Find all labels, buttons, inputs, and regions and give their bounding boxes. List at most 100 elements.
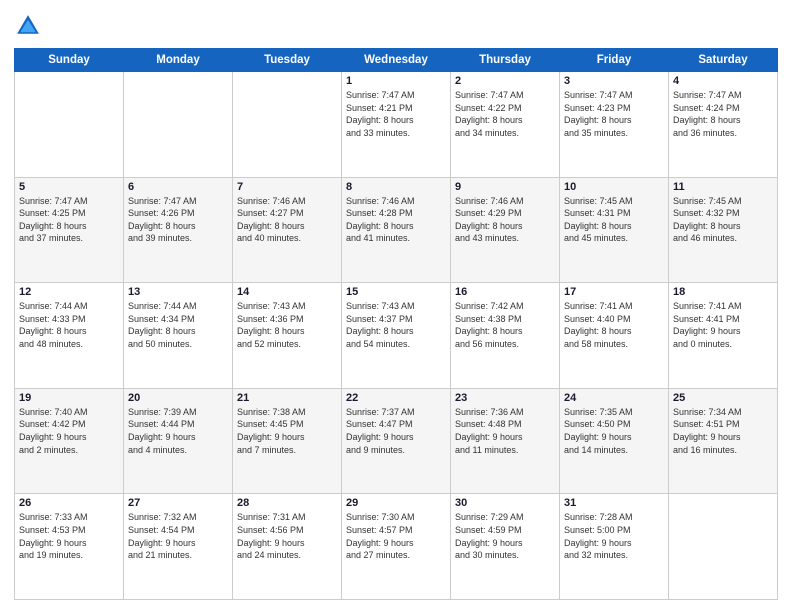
day-header-friday: Friday: [560, 49, 669, 72]
calendar-cell: 13 Sunrise: 7:44 AM Sunset: 4:34 PM Dayli…: [124, 283, 233, 389]
day-number: 7: [237, 181, 337, 193]
day-info: Sunrise: 7:46 AM Sunset: 4:28 PM Dayligh…: [346, 195, 446, 245]
day-number: 29: [346, 497, 446, 509]
week-row-5: 26 Sunrise: 7:33 AM Sunset: 4:53 PM Dayli…: [15, 494, 778, 600]
calendar-cell: 17 Sunrise: 7:41 AM Sunset: 4:40 PM Dayli…: [560, 283, 669, 389]
calendar-cell: 12Sunrise: 7:44 AM Sunset: 4:33 PM Dayli…: [15, 283, 124, 389]
day-number: 4: [673, 75, 773, 87]
day-number: 15: [346, 286, 446, 298]
calendar-cell: 10Sunrise: 7:45 AM Sunset: 4:31 PM Dayli…: [560, 177, 669, 283]
day-info: Sunrise: 7:44 AM Sunset: 4:34 PM Dayligh…: [128, 300, 228, 350]
day-info: Sunrise: 7:39 AM Sunset: 4:44 PM Dayligh…: [128, 406, 228, 456]
day-info: Sunrise: 7:47 AM Sunset: 4:22 PM Dayligh…: [455, 89, 555, 139]
calendar-cell: 24Sunrise: 7:35 AM Sunset: 4:50 PM Dayli…: [560, 388, 669, 494]
day-number: 9: [455, 181, 555, 193]
calendar-cell: 26 Sunrise: 7:33 AM Sunset: 4:53 PM Dayli…: [15, 494, 124, 600]
day-info: Sunrise: 7:47 AM Sunset: 4:26 PM Dayligh…: [128, 195, 228, 245]
week-row-3: 12Sunrise: 7:44 AM Sunset: 4:33 PM Dayli…: [15, 283, 778, 389]
calendar-cell: 18 Sunrise: 7:41 AM Sunset: 4:41 PM Dayli…: [669, 283, 778, 389]
day-number: 22: [346, 392, 446, 404]
day-info: Sunrise: 7:47 AM Sunset: 4:21 PM Dayligh…: [346, 89, 446, 139]
day-number: 25: [673, 392, 773, 404]
calendar-cell: 1 Sunrise: 7:47 AM Sunset: 4:21 PM Daylig…: [342, 72, 451, 178]
day-number: 1: [346, 75, 446, 87]
calendar-cell: 2Sunrise: 7:47 AM Sunset: 4:22 PM Daylig…: [451, 72, 560, 178]
day-info: Sunrise: 7:32 AM Sunset: 4:54 PM Dayligh…: [128, 511, 228, 561]
calendar-cell: 14Sunrise: 7:43 AM Sunset: 4:36 PM Dayli…: [233, 283, 342, 389]
calendar-cell: [233, 72, 342, 178]
day-info: Sunrise: 7:42 AM Sunset: 4:38 PM Dayligh…: [455, 300, 555, 350]
day-number: 14: [237, 286, 337, 298]
calendar-cell: 27 Sunrise: 7:32 AM Sunset: 4:54 PM Dayli…: [124, 494, 233, 600]
calendar-cell: 11 Sunrise: 7:45 AM Sunset: 4:32 PM Dayli…: [669, 177, 778, 283]
day-info: Sunrise: 7:34 AM Sunset: 4:51 PM Dayligh…: [673, 406, 773, 456]
calendar-cell: 29 Sunrise: 7:30 AM Sunset: 4:57 PM Dayli…: [342, 494, 451, 600]
day-header-wednesday: Wednesday: [342, 49, 451, 72]
day-info: Sunrise: 7:47 AM Sunset: 4:25 PM Dayligh…: [19, 195, 119, 245]
day-number: 13: [128, 286, 228, 298]
day-number: 16: [455, 286, 555, 298]
day-info: Sunrise: 7:40 AM Sunset: 4:42 PM Dayligh…: [19, 406, 119, 456]
day-number: 31: [564, 497, 664, 509]
calendar-cell: 15 Sunrise: 7:43 AM Sunset: 4:37 PM Dayli…: [342, 283, 451, 389]
week-row-2: 5 Sunrise: 7:47 AM Sunset: 4:25 PM Daylig…: [15, 177, 778, 283]
logo-icon: [14, 12, 42, 40]
calendar-cell: 23 Sunrise: 7:36 AM Sunset: 4:48 PM Dayli…: [451, 388, 560, 494]
day-header-tuesday: Tuesday: [233, 49, 342, 72]
day-info: Sunrise: 7:45 AM Sunset: 4:32 PM Dayligh…: [673, 195, 773, 245]
day-info: Sunrise: 7:46 AM Sunset: 4:27 PM Dayligh…: [237, 195, 337, 245]
calendar-cell: 30Sunrise: 7:29 AM Sunset: 4:59 PM Dayli…: [451, 494, 560, 600]
calendar-table: SundayMondayTuesdayWednesdayThursdayFrid…: [14, 48, 778, 600]
calendar-cell: 28 Sunrise: 7:31 AM Sunset: 4:56 PM Dayli…: [233, 494, 342, 600]
calendar-cell: [669, 494, 778, 600]
week-row-1: 1 Sunrise: 7:47 AM Sunset: 4:21 PM Daylig…: [15, 72, 778, 178]
day-number: 17: [564, 286, 664, 298]
day-info: Sunrise: 7:33 AM Sunset: 4:53 PM Dayligh…: [19, 511, 119, 561]
day-info: Sunrise: 7:43 AM Sunset: 4:37 PM Dayligh…: [346, 300, 446, 350]
calendar-cell: 8 Sunrise: 7:46 AM Sunset: 4:28 PM Daylig…: [342, 177, 451, 283]
day-number: 20: [128, 392, 228, 404]
day-info: Sunrise: 7:41 AM Sunset: 4:40 PM Dayligh…: [564, 300, 664, 350]
day-info: Sunrise: 7:44 AM Sunset: 4:33 PM Dayligh…: [19, 300, 119, 350]
day-info: Sunrise: 7:37 AM Sunset: 4:47 PM Dayligh…: [346, 406, 446, 456]
day-number: 27: [128, 497, 228, 509]
page: SundayMondayTuesdayWednesdayThursdayFrid…: [0, 0, 792, 612]
day-number: 24: [564, 392, 664, 404]
calendar-cell: 4 Sunrise: 7:47 AM Sunset: 4:24 PM Daylig…: [669, 72, 778, 178]
day-number: 30: [455, 497, 555, 509]
calendar-cell: 22 Sunrise: 7:37 AM Sunset: 4:47 PM Dayli…: [342, 388, 451, 494]
day-info: Sunrise: 7:47 AM Sunset: 4:24 PM Dayligh…: [673, 89, 773, 139]
day-info: Sunrise: 7:41 AM Sunset: 4:41 PM Dayligh…: [673, 300, 773, 350]
calendar-cell: 7 Sunrise: 7:46 AM Sunset: 4:27 PM Daylig…: [233, 177, 342, 283]
calendar-cell: 9 Sunrise: 7:46 AM Sunset: 4:29 PM Daylig…: [451, 177, 560, 283]
day-info: Sunrise: 7:28 AM Sunset: 5:00 PM Dayligh…: [564, 511, 664, 561]
calendar-cell: 25 Sunrise: 7:34 AM Sunset: 4:51 PM Dayli…: [669, 388, 778, 494]
day-info: Sunrise: 7:45 AM Sunset: 4:31 PM Dayligh…: [564, 195, 664, 245]
logo: [14, 12, 46, 40]
day-info: Sunrise: 7:36 AM Sunset: 4:48 PM Dayligh…: [455, 406, 555, 456]
day-number: 28: [237, 497, 337, 509]
day-number: 18: [673, 286, 773, 298]
calendar-cell: 31 Sunrise: 7:28 AM Sunset: 5:00 PM Dayli…: [560, 494, 669, 600]
calendar-cell: 19Sunrise: 7:40 AM Sunset: 4:42 PM Dayli…: [15, 388, 124, 494]
day-info: Sunrise: 7:46 AM Sunset: 4:29 PM Dayligh…: [455, 195, 555, 245]
day-number: 11: [673, 181, 773, 193]
day-number: 26: [19, 497, 119, 509]
week-row-4: 19Sunrise: 7:40 AM Sunset: 4:42 PM Dayli…: [15, 388, 778, 494]
day-number: 23: [455, 392, 555, 404]
day-header-monday: Monday: [124, 49, 233, 72]
calendar-cell: 16 Sunrise: 7:42 AM Sunset: 4:38 PM Dayli…: [451, 283, 560, 389]
day-number: 6: [128, 181, 228, 193]
day-number: 5: [19, 181, 119, 193]
header-row: SundayMondayTuesdayWednesdayThursdayFrid…: [15, 49, 778, 72]
calendar-cell: 21Sunrise: 7:38 AM Sunset: 4:45 PM Dayli…: [233, 388, 342, 494]
day-info: Sunrise: 7:38 AM Sunset: 4:45 PM Dayligh…: [237, 406, 337, 456]
day-number: 3: [564, 75, 664, 87]
calendar-cell: 20 Sunrise: 7:39 AM Sunset: 4:44 PM Dayli…: [124, 388, 233, 494]
day-info: Sunrise: 7:47 AM Sunset: 4:23 PM Dayligh…: [564, 89, 664, 139]
calendar-cell: [124, 72, 233, 178]
day-info: Sunrise: 7:30 AM Sunset: 4:57 PM Dayligh…: [346, 511, 446, 561]
calendar-cell: [15, 72, 124, 178]
day-number: 8: [346, 181, 446, 193]
day-info: Sunrise: 7:31 AM Sunset: 4:56 PM Dayligh…: [237, 511, 337, 561]
